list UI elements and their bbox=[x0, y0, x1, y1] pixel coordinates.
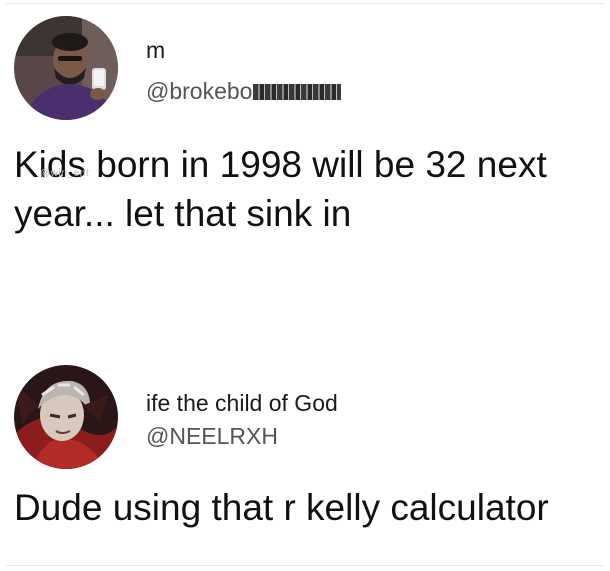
crescent-moon-icon bbox=[167, 36, 193, 68]
handle-text: @brokebo bbox=[146, 78, 253, 104]
watermark: @wiri_ent bbox=[40, 168, 90, 179]
anime-character-icon bbox=[14, 365, 118, 469]
redaction-mark bbox=[253, 81, 342, 100]
display-name[interactable]: ife the child of God bbox=[146, 390, 338, 417]
tweet[interactable]: ife the child of God @NEELRXH Dude using… bbox=[0, 355, 610, 545]
display-name[interactable]: m bbox=[146, 36, 193, 68]
handle[interactable]: @NEELRXH bbox=[146, 423, 278, 450]
tweet-text: Kids born in 1998 will be 32 next year..… bbox=[14, 144, 547, 234]
divider bbox=[6, 565, 604, 566]
avatar[interactable] bbox=[14, 16, 118, 120]
display-name-text: m bbox=[146, 37, 166, 63]
avatar[interactable] bbox=[14, 365, 118, 469]
person-selfie-icon bbox=[14, 16, 118, 120]
handle[interactable]: @brokebo bbox=[146, 78, 342, 105]
tweet-text: Dude using that r kelly calculator bbox=[14, 487, 549, 528]
screenshot-page: m @brokebo Kids born in 1998 will be 32 … bbox=[0, 0, 610, 571]
tweet[interactable]: m @brokebo Kids born in 1998 will be 32 … bbox=[0, 0, 610, 270]
